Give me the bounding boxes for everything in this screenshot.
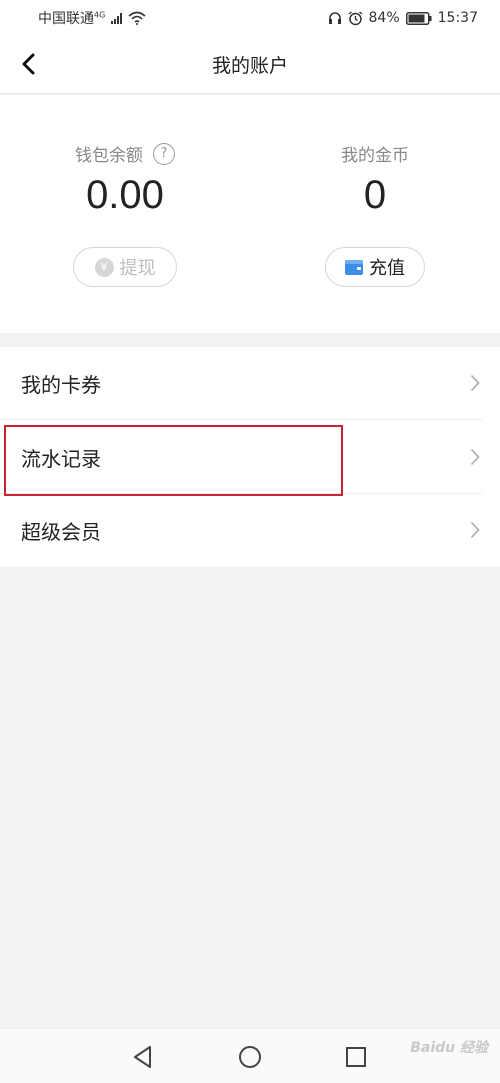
gold-coins-label: 我的金币 — [341, 146, 409, 166]
wallet-balance-section: 钱包余额 ? 0.00 ¥ 提现 — [0, 95, 250, 333]
battery-icon — [405, 11, 432, 25]
menu-item-super-member[interactable]: 超级会员 — [0, 494, 500, 567]
nav-recent-apps-icon[interactable] — [342, 1043, 370, 1071]
gold-coins-value: 0 — [363, 173, 387, 217]
help-icon[interactable]: ? — [153, 142, 175, 165]
status-left: 中国联通4G — [38, 8, 146, 28]
annotation-highlight-box — [4, 425, 343, 496]
recharge-button[interactable]: 充值 — [325, 247, 425, 287]
menu-item-label: 超级会员 — [21, 520, 101, 544]
clock-time: 15:37 — [437, 10, 478, 26]
yen-icon: ¥ — [94, 257, 114, 277]
carrier-label: 中国联通 — [38, 11, 94, 27]
wallet-icon — [345, 260, 363, 275]
app-header: 我的账户 — [0, 36, 500, 94]
gold-coins-section: 我的金币 0 充值 — [250, 95, 500, 333]
watermark: Baidu 经验 — [410, 1040, 488, 1056]
nav-back-icon[interactable] — [129, 1043, 157, 1071]
wallet-balance-label: 钱包余额 — [75, 146, 143, 166]
chevron-right-icon — [470, 521, 480, 539]
carrier-name: 中国联通4G — [38, 8, 105, 28]
wallet-balance-label-row: 钱包余额 ? — [0, 141, 250, 166]
chevron-right-icon — [470, 448, 480, 466]
chevron-right-icon — [470, 374, 480, 392]
recharge-label: 充值 — [369, 258, 405, 279]
withdraw-button[interactable]: ¥ 提现 — [73, 247, 177, 287]
divider — [0, 419, 482, 420]
menu-item-label: 我的卡券 — [21, 373, 101, 397]
alarm-icon — [348, 10, 363, 26]
nav-home-icon[interactable] — [236, 1043, 264, 1071]
status-bar: 中国联通4G 84% 15:37 — [0, 0, 500, 36]
network-type: 4G — [94, 10, 106, 20]
chevron-left-icon — [22, 53, 35, 75]
system-nav-bar: Baidu 经验 — [0, 1028, 500, 1083]
status-right: 84% 15:37 — [328, 10, 478, 26]
wifi-icon — [128, 11, 146, 25]
menu-item-coupons[interactable]: 我的卡券 — [0, 347, 500, 420]
battery-percent: 84% — [368, 10, 400, 26]
signal-icon — [111, 12, 123, 24]
account-summary-card: 钱包余额 ? 0.00 ¥ 提现 我的金币 0 充值 — [0, 95, 500, 333]
withdraw-label: 提现 — [119, 258, 156, 279]
back-button[interactable] — [12, 48, 44, 80]
wallet-balance-value: 0.00 — [86, 173, 164, 217]
account-menu-list: 我的卡券 流水记录 超级会员 — [0, 347, 500, 567]
page-title: 我的账户 — [211, 55, 288, 77]
headset-icon — [328, 11, 342, 25]
